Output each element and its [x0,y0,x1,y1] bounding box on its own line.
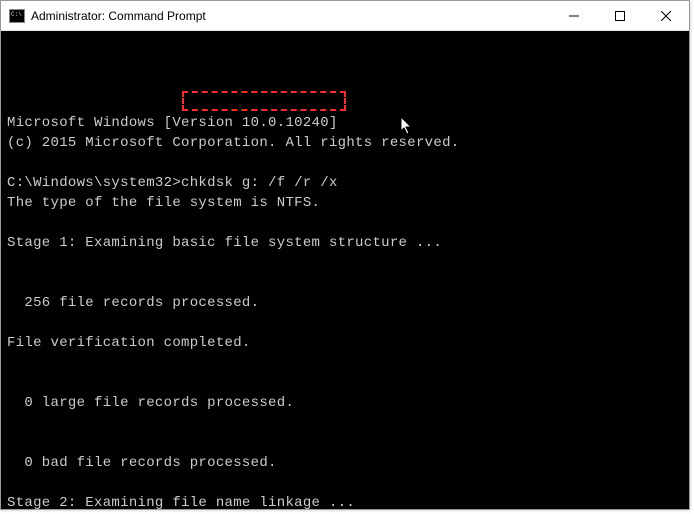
terminal-line [7,313,683,333]
terminal-line: Microsoft Windows [Version 10.0.10240] [7,113,683,133]
close-button[interactable] [643,1,689,31]
terminal-line [7,213,683,233]
terminal-line [7,413,683,433]
terminal-line [7,373,683,393]
terminal-line [7,433,683,453]
command-highlight-box [182,91,346,111]
terminal-line: The type of the file system is NTFS. [7,193,683,213]
titlebar[interactable]: Administrator: Command Prompt [1,1,689,31]
command-prompt-window: Administrator: Command Prompt Microsoft … [0,0,690,510]
terminal-line: 0 large file records processed. [7,393,683,413]
terminal-line [7,473,683,493]
terminal-area[interactable]: Microsoft Windows [Version 10.0.10240](c… [1,31,689,509]
terminal-line: File verification completed. [7,333,683,353]
terminal-line: Stage 1: Examining basic file system str… [7,233,683,253]
window-title: Administrator: Command Prompt [31,9,551,23]
terminal-line: 256 file records processed. [7,293,683,313]
terminal-line [7,153,683,173]
terminal-line: C:\Windows\system32>chkdsk g: /f /r /x [7,173,683,193]
terminal-line: 0 bad file records processed. [7,453,683,473]
terminal-line: Stage 2: Examining file name linkage ... [7,493,683,509]
minimize-button[interactable] [551,1,597,31]
window-controls [551,1,689,30]
terminal-line [7,253,683,273]
maximize-button[interactable] [597,1,643,31]
cmd-icon [9,9,25,23]
terminal-line [7,273,683,293]
terminal-line: (c) 2015 Microsoft Corporation. All righ… [7,133,683,153]
terminal-line [7,353,683,373]
